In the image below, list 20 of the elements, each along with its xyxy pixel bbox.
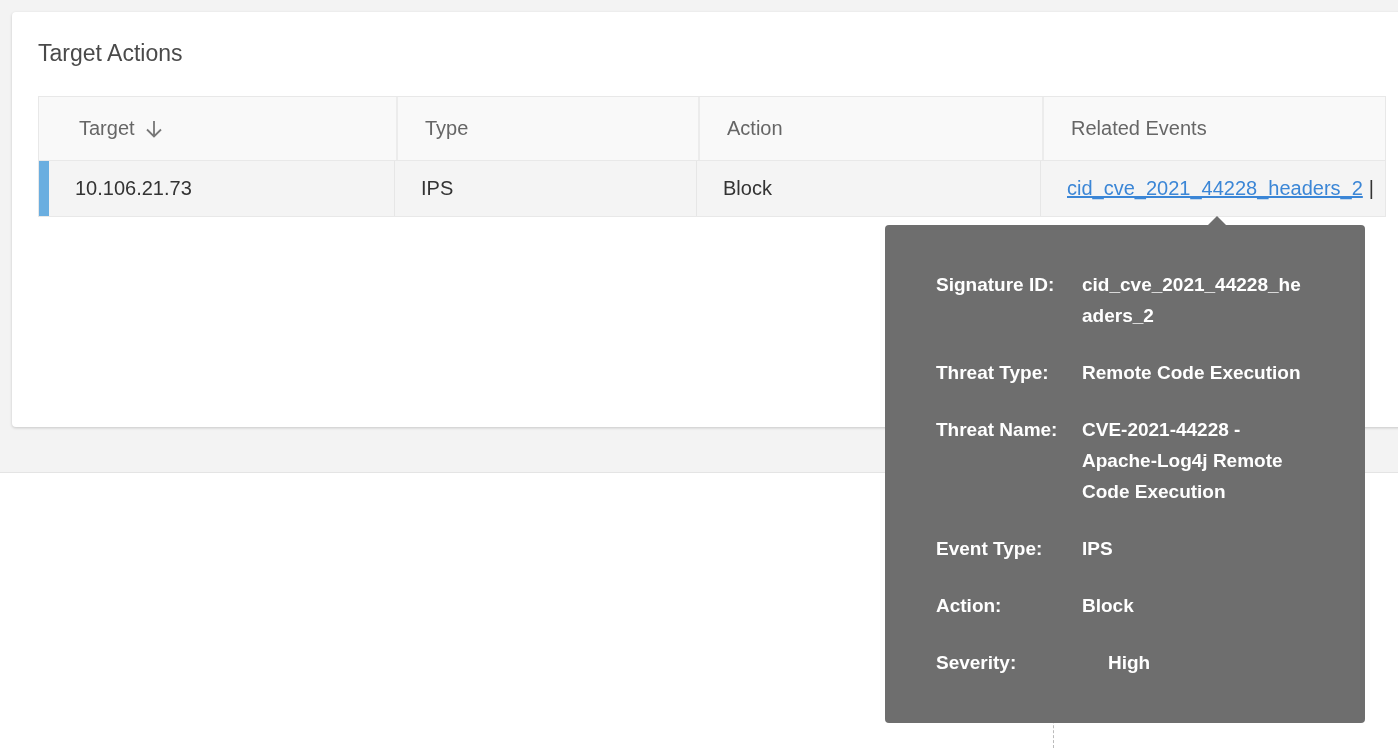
tooltip-label: Threat Name:: [936, 418, 1059, 442]
table-cell-text: 10.106.21.73: [74, 176, 193, 201]
tooltip-value: IPS: [1082, 537, 1114, 561]
tooltip-value: Block: [1082, 594, 1135, 618]
tooltip-value: High: [1107, 651, 1151, 675]
tooltip-value: cid_cve_2021_44228_headers_2: [1082, 273, 1302, 328]
table-cell: IPS: [394, 161, 696, 216]
tooltip-value: Remote Code Execution: [1082, 361, 1302, 385]
tooltip-label: Severity:: [936, 651, 1018, 675]
table-row[interactable]: 10.106.21.73 IPS Block cid_cve_2021_44228_headers_2 |: [39, 160, 1385, 216]
tooltip-label: Threat Type:: [936, 361, 1050, 385]
event-link[interactable]: cid_cve_2021_44228_headers_2: [1067, 177, 1363, 200]
card-title: Target Actions: [38, 39, 183, 68]
separator-text: |: [1368, 177, 1374, 200]
tooltip-label: Signature ID:: [936, 273, 1056, 297]
tooltip-value: CVE-2021-44228 - Apache-Log4j Remote Code Execution: [1082, 418, 1284, 504]
table-cell: Block: [696, 161, 1040, 216]
tooltip-label: Action:: [936, 594, 1003, 618]
column-header[interactable]: Target: [39, 97, 396, 160]
tooltip-label: Event Type:: [936, 537, 1044, 561]
